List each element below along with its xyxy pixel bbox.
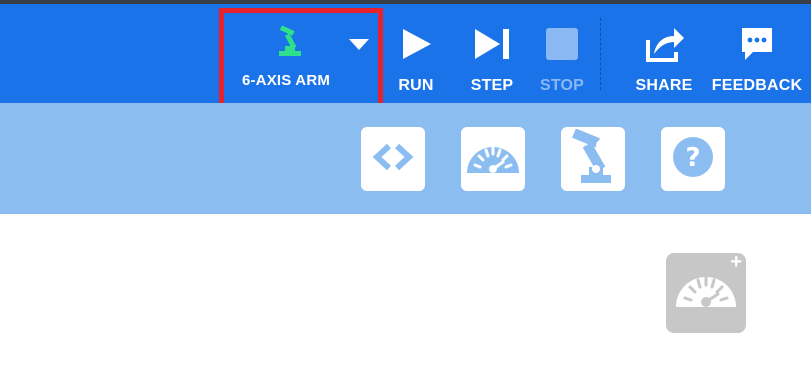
share-label: SHARE (635, 77, 693, 94)
add-gauge-button[interactable]: + (666, 251, 746, 333)
robot-arm-icon (569, 127, 617, 190)
gauge-add-icon (674, 267, 738, 314)
caret-down-icon (349, 38, 369, 56)
step-button[interactable]: STEP (470, 4, 514, 103)
feedback-icon (739, 22, 775, 66)
run-label: RUN (398, 77, 434, 94)
stop-button[interactable]: STOP (538, 4, 586, 103)
robot-select-dropdown[interactable]: 6-AXIS ARM (219, 8, 383, 110)
share-icon (642, 22, 686, 66)
toolbar: 6-AXIS ARM RUN STEP STOP SHARE FEEDBACK (0, 4, 811, 110)
svg-text:?: ? (685, 143, 700, 173)
feedback-label: FEEDBACK (711, 77, 803, 94)
robot-view-button[interactable] (561, 127, 625, 191)
help-icon: ? (671, 135, 715, 184)
feedback-button[interactable]: FEEDBACK (712, 4, 802, 103)
run-button[interactable]: RUN (396, 4, 436, 103)
robot-arm-icon (276, 25, 304, 64)
plus-icon: + (730, 251, 742, 273)
gauge-icon (465, 139, 521, 180)
toolbar-separator (600, 18, 601, 90)
stop-icon (546, 22, 578, 66)
share-button[interactable]: SHARE (634, 4, 694, 103)
gauge-view-button[interactable] (461, 127, 525, 191)
robot-select-label: 6-AXIS ARM (241, 72, 331, 89)
stop-label: STOP (539, 77, 585, 94)
secondary-toolbar: ? (0, 103, 811, 214)
code-view-button[interactable] (361, 127, 425, 191)
help-button[interactable]: ? (661, 127, 725, 191)
step-forward-icon (472, 22, 512, 66)
play-icon (400, 22, 432, 66)
code-brackets-icon (369, 142, 417, 177)
step-label: STEP (470, 77, 514, 94)
